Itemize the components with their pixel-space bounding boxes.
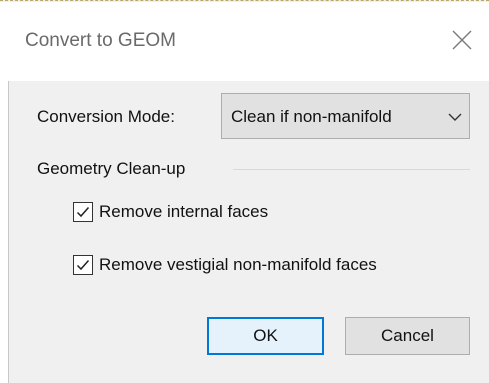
remove-vestigial-faces-checkbox[interactable] [73, 255, 93, 275]
dialog-title: Convert to GEOM [25, 30, 176, 51]
close-button[interactable] [440, 20, 484, 60]
close-icon [452, 30, 472, 50]
dialog-body: Conversion Mode: Clean if non-manifold G… [0, 81, 489, 383]
window-edge [0, 81, 9, 383]
remove-internal-faces-label: Remove internal faces [99, 202, 269, 221]
group-divider [233, 169, 470, 170]
conversion-mode-label: Conversion Mode: [37, 107, 175, 126]
conversion-mode-value: Clean if non-manifold [231, 107, 392, 126]
dialog-window: Convert to GEOM Conversion Mode: Clean i… [0, 0, 489, 383]
checkmark-icon [76, 207, 90, 218]
title-bar: Convert to GEOM [0, 2, 489, 81]
remove-vestigial-faces-label: Remove vestigial non-manifold faces [99, 255, 377, 274]
checkmark-icon [76, 260, 90, 271]
remove-internal-faces-checkbox[interactable] [73, 202, 93, 222]
remove-internal-faces-option[interactable]: Remove internal faces [73, 202, 353, 226]
ok-button[interactable]: OK [207, 317, 324, 355]
geometry-cleanup-group-label: Geometry Clean-up [37, 159, 186, 178]
chevron-down-icon [448, 113, 462, 121]
remove-vestigial-faces-option[interactable]: Remove vestigial non-manifold faces [73, 255, 463, 279]
conversion-mode-select[interactable]: Clean if non-manifold [221, 93, 470, 139]
cancel-button[interactable]: Cancel [345, 317, 470, 355]
